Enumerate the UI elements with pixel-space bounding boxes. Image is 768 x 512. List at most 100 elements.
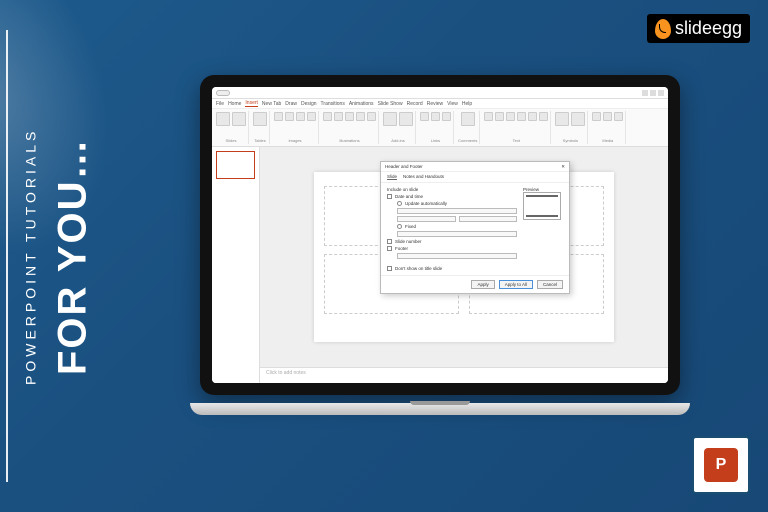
ribbon: Slides Tables Images Illustrations Add-ins Li… bbox=[212, 109, 668, 147]
workspace: Header and Footer ✕ Slide Notes and Hand… bbox=[212, 147, 668, 383]
menu-draw[interactable]: Draw bbox=[285, 101, 297, 107]
egg-icon bbox=[655, 19, 671, 39]
ribbon-icon[interactable] bbox=[539, 112, 548, 121]
ribbon-icon[interactable] bbox=[603, 112, 612, 121]
side-title-block: POWERPOINT TUTORIALS FOR YOU… bbox=[10, 0, 108, 512]
radio-update-auto[interactable] bbox=[397, 201, 402, 206]
vertical-divider bbox=[6, 30, 8, 482]
ribbon-icon[interactable] bbox=[253, 112, 267, 126]
slide-canvas[interactable]: Header and Footer ✕ Slide Notes and Hand… bbox=[260, 147, 668, 367]
apply-all-button[interactable]: Apply to All bbox=[499, 280, 533, 289]
calendar-combo[interactable] bbox=[459, 216, 518, 222]
radio-fixed[interactable] bbox=[397, 224, 402, 229]
checkbox-footer[interactable] bbox=[387, 246, 392, 251]
laptop-notch bbox=[410, 401, 470, 405]
close-icon[interactable]: ✕ bbox=[561, 164, 565, 170]
ribbon-group-label: Slides bbox=[226, 138, 237, 143]
ribbon-group-label: Images bbox=[288, 138, 301, 143]
section-label: Include on slide bbox=[387, 187, 517, 192]
ribbon-icon[interactable] bbox=[442, 112, 451, 121]
preview-box bbox=[523, 192, 561, 220]
brand-logo: slideegg bbox=[647, 14, 750, 43]
ribbon-icon[interactable] bbox=[431, 112, 440, 121]
ribbon-group-media: Media bbox=[590, 111, 626, 144]
ribbon-icon[interactable] bbox=[592, 112, 601, 121]
menu-home[interactable]: Home bbox=[228, 101, 241, 107]
side-subtitle: POWERPOINT TUTORIALS bbox=[23, 127, 39, 384]
ribbon-icon[interactable] bbox=[285, 112, 294, 121]
cancel-button[interactable]: Cancel bbox=[537, 280, 563, 289]
title-bar bbox=[212, 87, 668, 99]
slide-thumbnails[interactable] bbox=[212, 147, 260, 383]
menu-view[interactable]: View bbox=[447, 101, 458, 107]
language-combo[interactable] bbox=[397, 216, 456, 222]
ribbon-icon[interactable] bbox=[506, 112, 515, 121]
ribbon-icon[interactable] bbox=[420, 112, 429, 121]
menu-new-tab[interactable]: New Tab bbox=[262, 101, 281, 107]
laptop-mockup: File Home Insert New Tab Draw Design Transitio… bbox=[200, 75, 680, 415]
powerpoint-badge: P bbox=[692, 436, 750, 494]
ribbon-group-label: Media bbox=[602, 138, 613, 143]
ribbon-group-label: Illustrations bbox=[339, 138, 359, 143]
ribbon-icon[interactable] bbox=[356, 112, 365, 121]
ribbon-icon[interactable] bbox=[383, 112, 397, 126]
ribbon-group-label: Comments bbox=[458, 138, 477, 143]
window-controls[interactable] bbox=[642, 90, 664, 96]
ribbon-icon[interactable] bbox=[274, 112, 283, 121]
tab-slide[interactable]: Slide bbox=[387, 174, 397, 180]
ribbon-group-illustrations: Illustrations bbox=[321, 111, 379, 144]
ribbon-group-slides: Slides bbox=[214, 111, 249, 144]
apply-button[interactable]: Apply bbox=[471, 280, 494, 289]
header-footer-dialog: Header and Footer ✕ Slide Notes and Hand… bbox=[380, 161, 570, 294]
ribbon-icon[interactable] bbox=[555, 112, 569, 126]
fixed-date-input[interactable] bbox=[397, 231, 517, 237]
ribbon-icon[interactable] bbox=[334, 112, 343, 121]
menu-review[interactable]: Review bbox=[427, 101, 443, 107]
footer-input[interactable] bbox=[397, 253, 517, 259]
ribbon-group-images: Images bbox=[272, 111, 319, 144]
tab-notes-handouts[interactable]: Notes and Handouts bbox=[403, 174, 444, 180]
side-title: FOR YOU… bbox=[51, 137, 96, 375]
menu-bar: File Home Insert New Tab Draw Design Transitio… bbox=[212, 99, 668, 109]
ribbon-group-add-ins: Add-ins bbox=[381, 111, 416, 144]
checkbox-dont-show-title[interactable] bbox=[387, 266, 392, 271]
dialog-title: Header and Footer bbox=[385, 164, 423, 169]
ribbon-icon[interactable] bbox=[484, 112, 493, 121]
menu-slide-show[interactable]: Slide Show bbox=[378, 101, 403, 107]
ribbon-group-label: Text bbox=[513, 138, 520, 143]
menu-help[interactable]: Help bbox=[462, 101, 472, 107]
autosave-toggle[interactable] bbox=[216, 90, 230, 96]
notes-pane[interactable]: Click to add notes bbox=[260, 367, 668, 383]
menu-design[interactable]: Design bbox=[301, 101, 317, 107]
ribbon-icon[interactable] bbox=[216, 112, 230, 126]
checkbox-datetime[interactable] bbox=[387, 194, 392, 199]
thumbnail-1[interactable] bbox=[216, 151, 255, 179]
ribbon-group-comments: Comments bbox=[456, 111, 480, 144]
ribbon-group-label: Links bbox=[431, 138, 440, 143]
menu-insert[interactable]: Insert bbox=[245, 100, 258, 107]
menu-file[interactable]: File bbox=[216, 101, 224, 107]
menu-animations[interactable]: Animations bbox=[349, 101, 374, 107]
checkbox-slide-number[interactable] bbox=[387, 239, 392, 244]
menu-record[interactable]: Record bbox=[407, 101, 423, 107]
ribbon-icon[interactable] bbox=[296, 112, 305, 121]
ribbon-icon[interactable] bbox=[399, 112, 413, 126]
app-screen: File Home Insert New Tab Draw Design Transitio… bbox=[212, 87, 668, 383]
ribbon-icon[interactable] bbox=[345, 112, 354, 121]
ribbon-group-symbols: Symbols bbox=[553, 111, 588, 144]
ribbon-group-tables: Tables bbox=[251, 111, 270, 144]
ribbon-icon[interactable] bbox=[461, 112, 475, 126]
ribbon-icon[interactable] bbox=[307, 112, 316, 121]
ribbon-icon[interactable] bbox=[614, 112, 623, 121]
ribbon-icon[interactable] bbox=[232, 112, 246, 126]
ribbon-icon[interactable] bbox=[517, 112, 526, 121]
ribbon-icon[interactable] bbox=[367, 112, 376, 121]
date-format-combo[interactable] bbox=[397, 208, 517, 214]
ribbon-icon[interactable] bbox=[495, 112, 504, 121]
ribbon-icon[interactable] bbox=[528, 112, 537, 121]
powerpoint-icon: P bbox=[704, 448, 738, 482]
dialog-tabs: Slide Notes and Handouts bbox=[381, 172, 569, 183]
menu-transitions[interactable]: Transitions bbox=[321, 101, 345, 107]
ribbon-icon[interactable] bbox=[323, 112, 332, 121]
ribbon-icon[interactable] bbox=[571, 112, 585, 126]
